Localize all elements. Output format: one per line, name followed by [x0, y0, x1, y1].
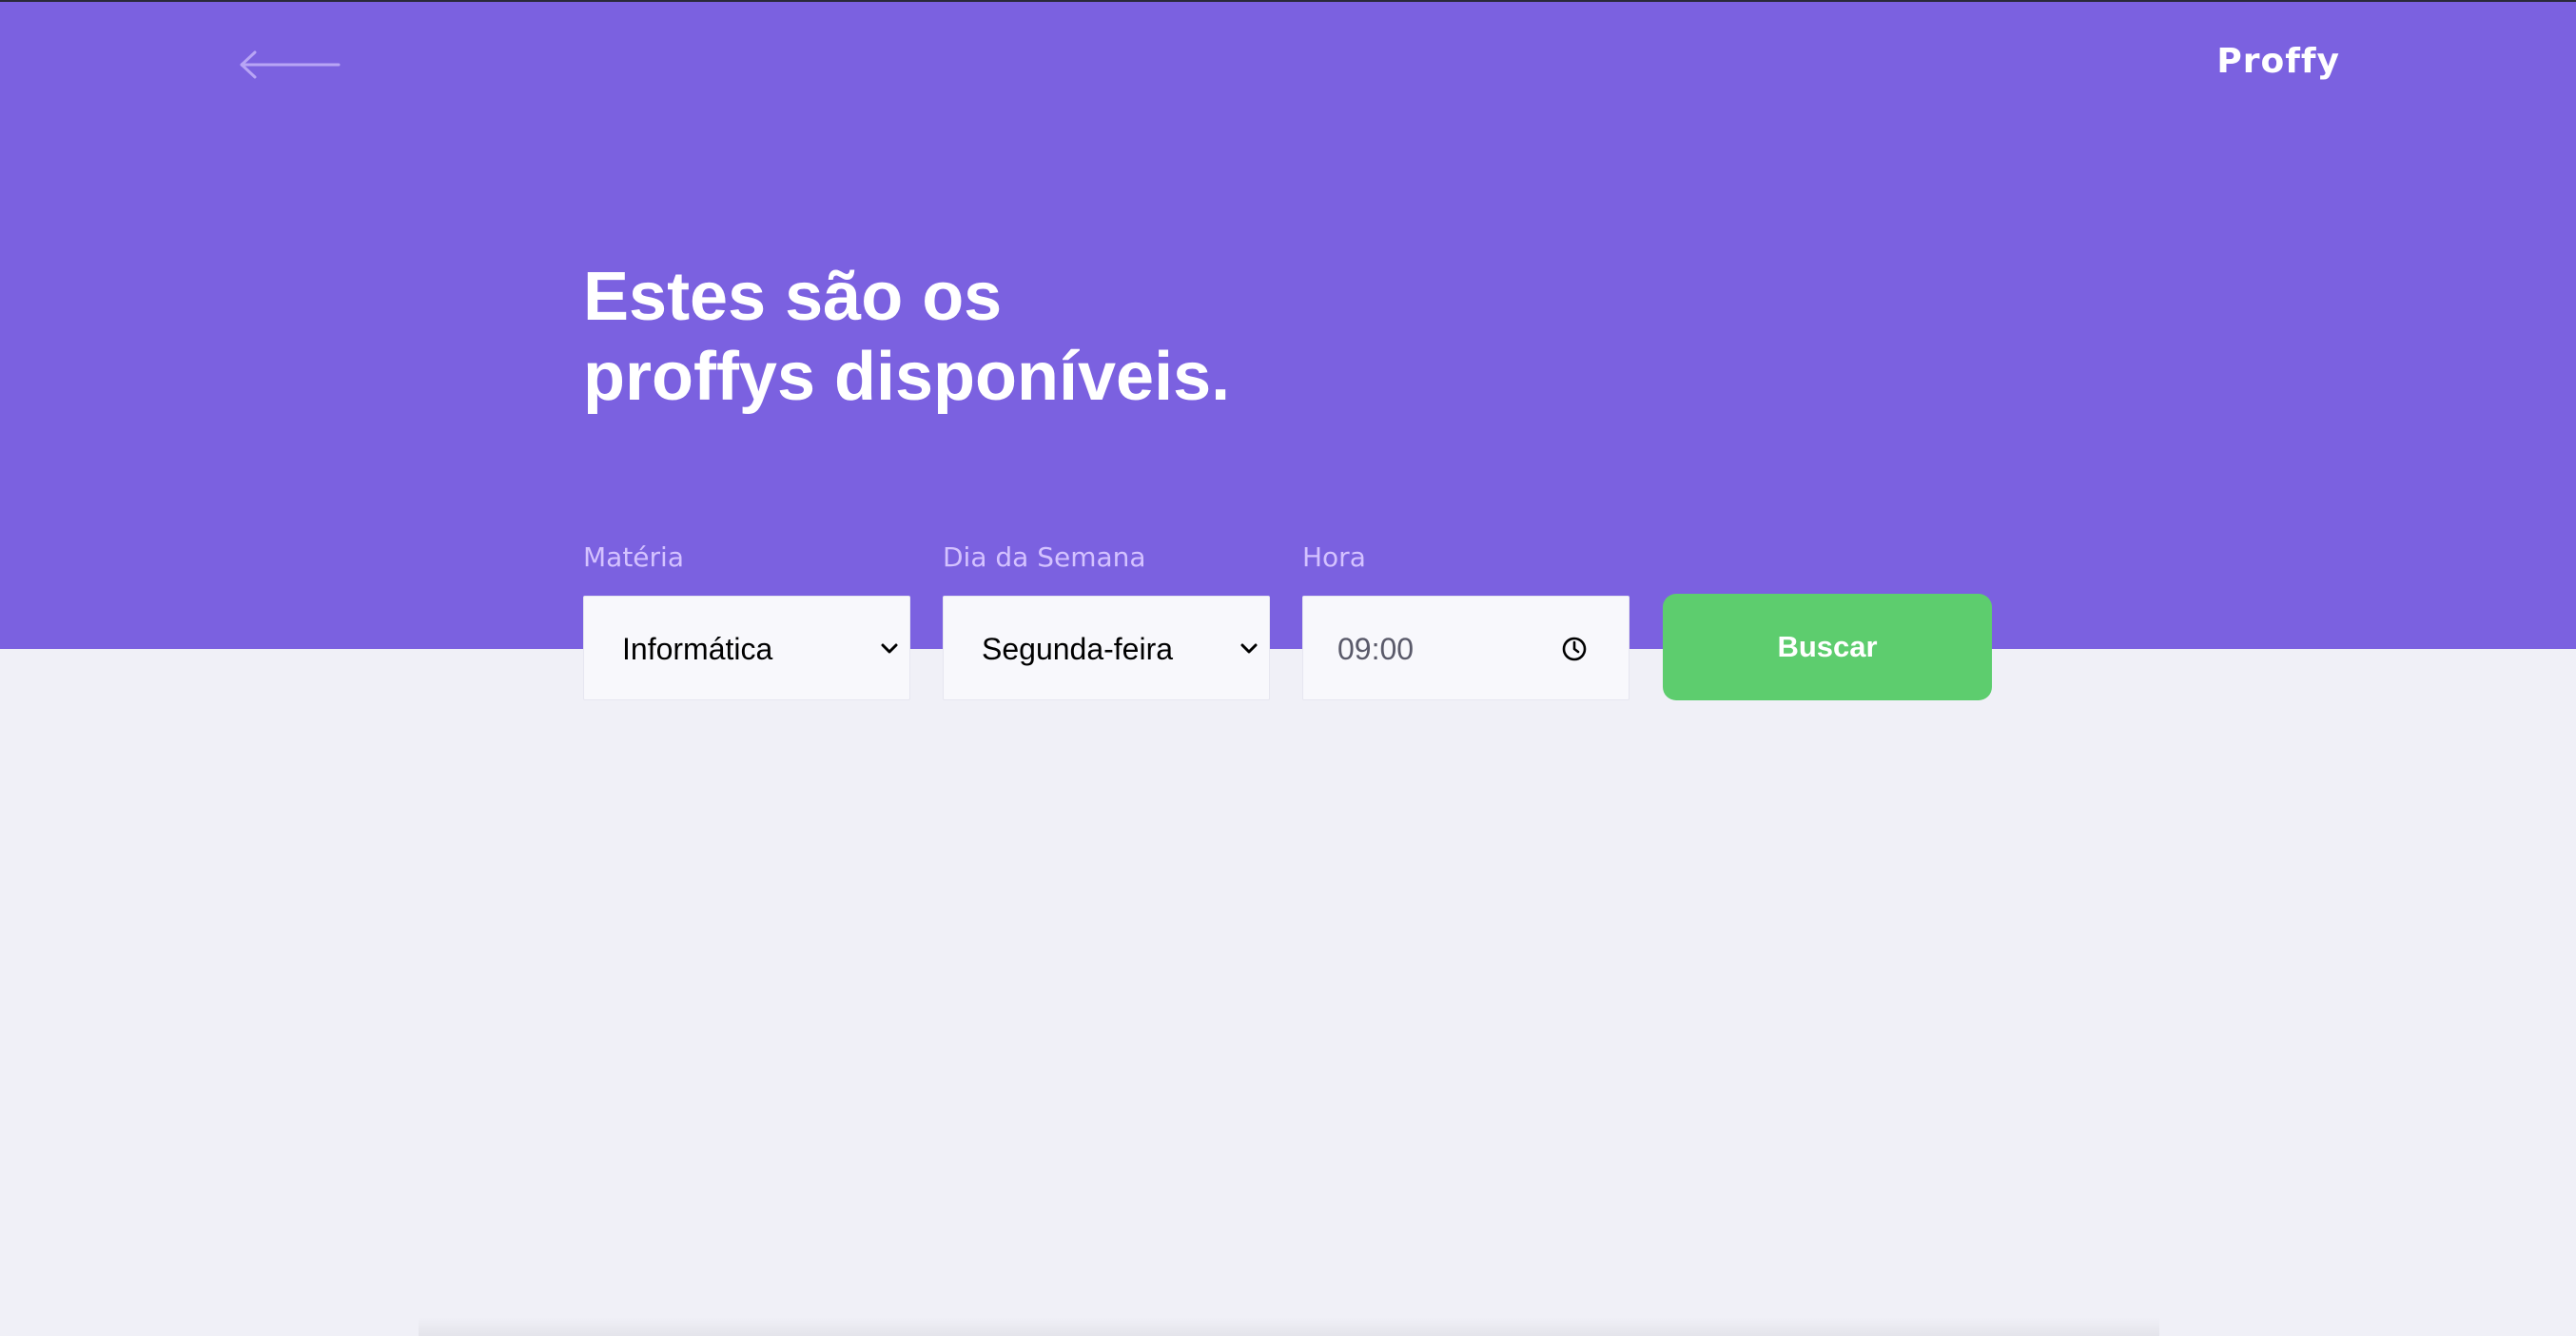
- week-day-select[interactable]: Segunda-feira: [943, 596, 1270, 700]
- time-input[interactable]: 09:00: [1302, 596, 1630, 700]
- proffy-logo: Proffy: [2216, 42, 2340, 81]
- page-title: Estes são os proffys disponíveis.: [583, 257, 1439, 417]
- time-input-value: 09:00: [1337, 632, 1415, 666]
- page-title-line-1: Estes são os: [583, 259, 1003, 335]
- arrow-left-icon: [240, 50, 341, 79]
- subject-select[interactable]: Informática: [583, 596, 910, 700]
- subject-select-value: Informática: [622, 632, 773, 666]
- back-button[interactable]: [238, 48, 342, 82]
- chevron-down-icon: [881, 643, 898, 654]
- content-area-edge: [419, 1317, 2159, 1336]
- time-label: Hora: [1302, 541, 1366, 573]
- clock-icon[interactable]: [1560, 635, 1589, 663]
- week-day-select-value: Segunda-feira: [982, 632, 1174, 666]
- search-button[interactable]: Buscar: [1663, 594, 1992, 700]
- chevron-down-icon: [1240, 643, 1258, 654]
- page-title-line-2: proffys disponíveis.: [583, 339, 1231, 415]
- page-header: Proffy Estes são os proffys disponíveis.: [0, 2, 2576, 649]
- week-day-label: Dia da Semana: [943, 541, 1146, 573]
- subject-label: Matéria: [583, 541, 684, 573]
